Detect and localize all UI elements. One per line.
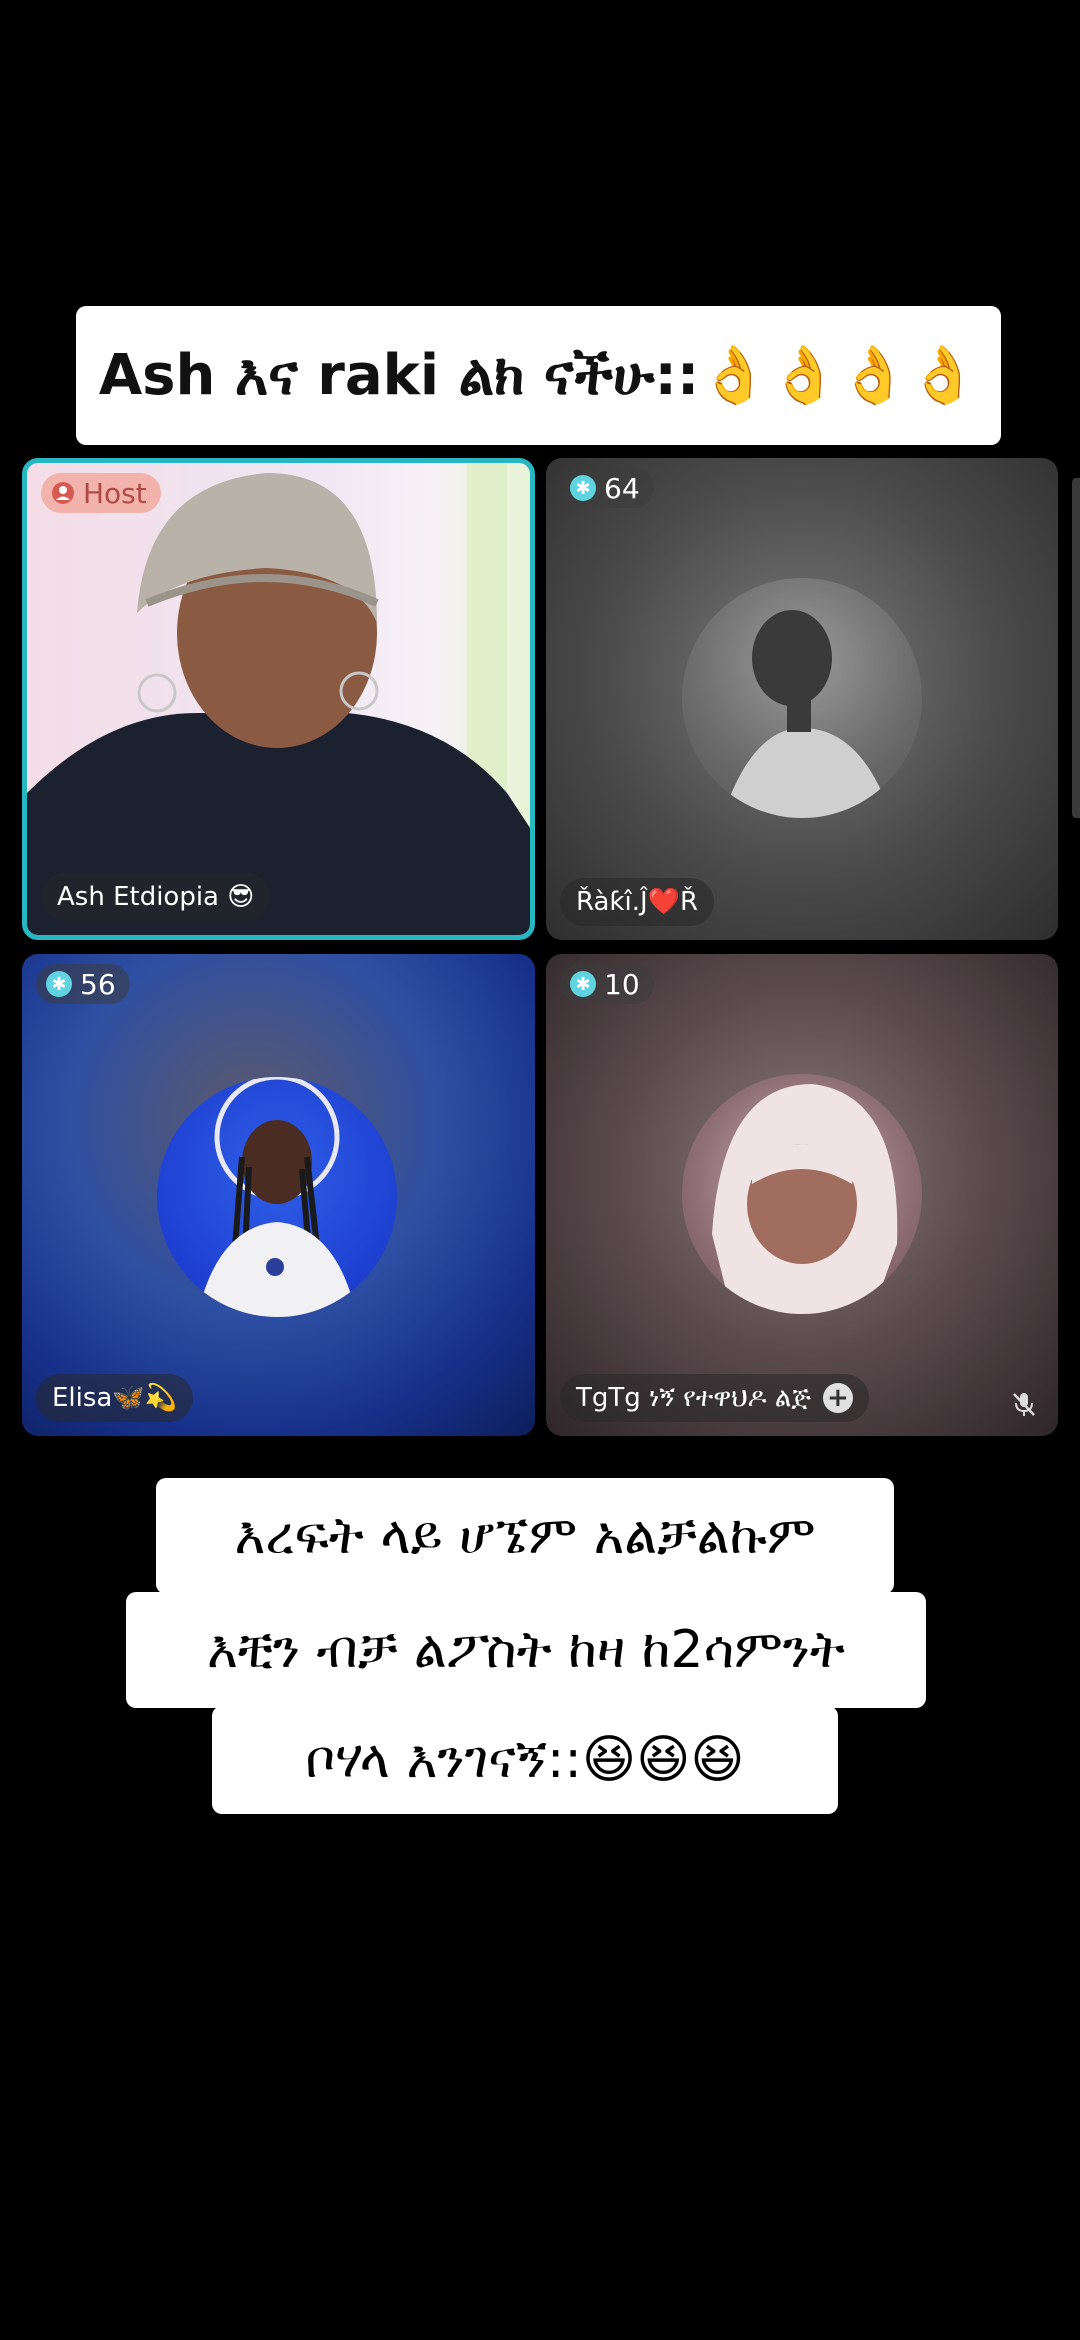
- guest-tile-elisa[interactable]: ✱ 56 Elisa🦋💫: [22, 954, 535, 1436]
- guest-name-pill-raki[interactable]: Řàƙî.Ĵ❤️Ř: [560, 878, 715, 926]
- guest-name-pill-tgtg[interactable]: TgTg ነኝ የተዋህዶ ልጅ +: [560, 1374, 869, 1422]
- host-name: Ash Etdiopia 😎: [57, 882, 255, 912]
- host-video-tile[interactable]: Host Ash Etdiopia 😎: [22, 458, 535, 940]
- mic-off-icon: [1013, 1393, 1035, 1416]
- avatar-photo-tgtg: [712, 1084, 898, 1314]
- bottom-caption-text-1: እረፍት ላይ ሆኜም አልቻልኩም: [234, 1505, 816, 1566]
- guest-tile-tgtg[interactable]: ✱ 10 TgTg ነኝ የተዋህዶ ልጅ +: [546, 954, 1058, 1436]
- host-video-feed: [27, 463, 530, 935]
- bottom-caption-line-3: ቦሃላ እንገናኝ::😆😆😆: [212, 1706, 838, 1814]
- guest-tile-raki[interactable]: ✱ 64 Řàƙî.Ĵ❤️Ř: [546, 458, 1058, 940]
- bottom-caption-text-2: እቺን ብቻ ልፖስት ከዛ ከ2ሳምንት: [206, 1619, 846, 1680]
- guest-name-tgtg: TgTg ነኝ የተዋህዶ ልጅ: [576, 1382, 811, 1413]
- guest-name-pill-elisa[interactable]: Elisa🦋💫: [36, 1374, 194, 1422]
- plus-icon[interactable]: +: [822, 1383, 853, 1413]
- viewer-count-badge-elisa: ✱ 56: [36, 964, 130, 1004]
- bottom-caption-text-3: ቦሃላ እንገናኝ::😆😆😆: [305, 1729, 745, 1790]
- side-scroll-handle[interactable]: [1072, 478, 1080, 818]
- star-count-icon: ✱: [570, 475, 596, 501]
- viewer-count-badge-tgtg: ✱ 10: [560, 964, 654, 1004]
- guest-avatar-raki: [682, 578, 922, 818]
- bottom-caption-line-2: እቺን ብቻ ልፖስት ከዛ ከ2ሳምንት: [126, 1592, 926, 1708]
- host-badge-label: Host: [83, 476, 147, 510]
- guest-avatar-tgtg: [682, 1074, 922, 1314]
- viewer-count-raki: 64: [604, 471, 640, 505]
- guest-avatar-elisa: [157, 1077, 397, 1317]
- viewer-count-elisa: 56: [80, 967, 116, 1001]
- star-count-icon: ✱: [570, 971, 596, 997]
- bottom-caption-line-1: እረፍት ላይ ሆኜም አልቻልኩም: [156, 1478, 894, 1594]
- viewer-count-badge-raki: ✱ 64: [560, 468, 654, 508]
- avatar-photo-raki: [722, 610, 892, 818]
- viewer-count-tgtg: 10: [604, 967, 640, 1001]
- top-caption: Ash እና raki ልክ ናችሁ::👌👌👌👌: [76, 306, 1001, 445]
- avatar-photo-elisa: [197, 1077, 357, 1317]
- host-badge: Host: [41, 473, 161, 513]
- top-caption-text: Ash እና raki ልክ ናችሁ::👌👌👌👌: [98, 343, 979, 408]
- host-person-icon: [52, 482, 74, 504]
- guest-name-elisa: Elisa🦋💫: [52, 1383, 178, 1413]
- guest-name-raki: Řàƙî.Ĵ❤️Ř: [576, 887, 699, 917]
- star-count-icon: ✱: [46, 971, 72, 997]
- host-name-pill[interactable]: Ash Etdiopia 😎: [41, 873, 271, 921]
